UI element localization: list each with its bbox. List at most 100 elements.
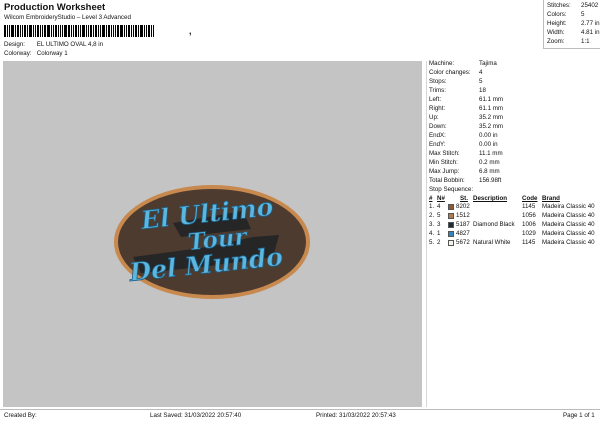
barcode-bar — [133, 25, 134, 37]
barcode-bar — [113, 25, 114, 37]
barcode — [4, 25, 186, 37]
info-row-min-stitch: Min Stitch: 0.2 mm — [429, 159, 500, 166]
barcode-bar — [120, 25, 123, 37]
row-code: 1056 — [522, 212, 536, 219]
barcode-bar — [11, 25, 14, 37]
row-num: 4. — [429, 230, 435, 237]
barcode-bar — [78, 25, 79, 37]
row-needle: 3 — [437, 221, 441, 228]
color-swatch — [448, 231, 454, 237]
stat-label: Width: — [547, 29, 565, 36]
barcode-bar — [15, 25, 16, 37]
barcode-bar — [75, 25, 77, 37]
row-num: 3. — [429, 221, 435, 228]
info-label: Trims: — [429, 87, 446, 94]
barcode-bar — [17, 25, 19, 37]
barcode-bar — [73, 25, 74, 37]
info-row-color-changes: Color changes: 4 — [429, 69, 482, 76]
info-row-machine: Machine: Tajima — [429, 60, 497, 67]
stat-label: Zoom: — [547, 38, 565, 45]
barcode-bar — [140, 25, 143, 37]
row-needle: 5 — [437, 212, 441, 219]
barcode-bar — [102, 25, 105, 37]
design-row: Design: EL ULTIMO OVAL 4,8 in — [4, 41, 104, 48]
info-label: Up: — [429, 114, 439, 121]
info-value: 156.98ft — [479, 177, 502, 184]
color-swatch — [448, 213, 454, 219]
stat-label: Colors: — [547, 11, 567, 18]
barcode-bar — [51, 25, 52, 37]
stat-value: 2.77 in — [581, 20, 600, 27]
software-subtitle: Wilcom EmbroideryStudio – Level 3 Advanc… — [4, 14, 131, 21]
footer-printed: Printed: 31/03/2022 20:57:43 — [316, 412, 396, 419]
info-value: 0.00 in — [479, 132, 498, 139]
barcode-bar — [33, 25, 34, 37]
info-value: 0.00 in — [479, 141, 498, 148]
barcode-bar — [55, 25, 57, 37]
row-stitches: 8202 — [456, 203, 470, 210]
embroidery-patch: El Ultimo Tour Del Mundo — [114, 185, 310, 299]
info-value: 61.1 mm — [479, 105, 504, 112]
info-row-endy: EndY: 0.00 in — [429, 141, 498, 148]
barcode-bar — [53, 25, 54, 37]
barcode-bar — [47, 25, 50, 37]
info-label: EndY: — [429, 141, 446, 148]
row-description: Diamond Black — [473, 221, 515, 228]
barcode-bar — [37, 25, 39, 37]
barcode-bar — [62, 25, 63, 37]
info-label: Max Stitch: — [429, 150, 460, 157]
row-stitches: 5672 — [456, 239, 470, 246]
row-num: 5. — [429, 239, 435, 246]
row-needle: 1 — [437, 230, 441, 237]
stat-value: 5 — [581, 11, 585, 18]
info-label: Machine: — [429, 60, 455, 67]
row-brand: Madeira Classic 40 — [542, 230, 595, 237]
barcode-bar — [68, 25, 70, 37]
barcode-bar — [64, 25, 67, 37]
barcode-bar — [60, 25, 61, 37]
barcode-bar — [95, 25, 97, 37]
stat-label: Height: — [547, 20, 567, 27]
colorway-row: Colorway: Colorway 1 — [4, 50, 68, 57]
barcode-bar — [146, 25, 147, 37]
barcode-bar — [115, 25, 116, 37]
col-header-hash: # — [429, 195, 433, 202]
row-brand: Madeira Classic 40 — [542, 239, 595, 246]
barcode-bar — [44, 25, 46, 37]
barcode-bar — [100, 25, 101, 37]
info-label: Max Jump: — [429, 168, 460, 175]
barcode-bar — [106, 25, 107, 37]
design-value: EL ULTIMO OVAL 4,8 in — [36, 41, 104, 48]
machine-info-panel: Machine: Tajima Color changes: 4 Stops: … — [426, 60, 600, 407]
worksheet-title: Production Worksheet — [4, 2, 106, 13]
barcode-bar — [135, 25, 137, 37]
footer-last-saved: Last Saved: 31/03/2022 20:57:40 — [150, 412, 242, 419]
barcode-bar — [24, 25, 26, 37]
design-preview: El Ultimo Tour Del Mundo — [3, 61, 422, 407]
info-label: Min Stitch: — [429, 159, 458, 166]
info-label: Left: — [429, 96, 442, 103]
barcode-bar — [128, 25, 130, 37]
design-label: Design: — [4, 41, 25, 48]
stats-box: Stitches: 25402 Colors: 5 Height: 2.77 i… — [543, 0, 600, 49]
colorway-label: Colorway: — [4, 50, 32, 57]
col-header-description: Description — [473, 195, 508, 202]
stat-zoom: Zoom: 1:1 — [547, 38, 590, 45]
barcode-bar — [88, 25, 89, 37]
stat-colors: Colors: 5 — [547, 11, 584, 18]
barcode-bar — [124, 25, 125, 37]
barcode-bar — [90, 25, 92, 37]
info-label: Color changes: — [429, 69, 471, 76]
row-stitches: 5187 — [456, 221, 470, 228]
info-row-up: Up: 35.2 mm — [429, 114, 503, 121]
info-row-stops: Stops: 5 — [429, 78, 482, 85]
info-row-left: Left: 61.1 mm — [429, 96, 503, 103]
row-brand: Madeira Classic 40 — [542, 203, 595, 210]
stat-width: Width: 4.81 in — [547, 29, 600, 36]
barcode-bar — [151, 25, 152, 37]
info-row-total-bobbin: Total Bobbin: 156.98ft — [429, 177, 501, 184]
info-value: Tajima — [479, 60, 497, 67]
info-row-max-stitch: Max Stitch: 11.1 mm — [429, 150, 503, 157]
barcode-bar — [82, 25, 85, 37]
info-value: 4 — [479, 69, 483, 76]
